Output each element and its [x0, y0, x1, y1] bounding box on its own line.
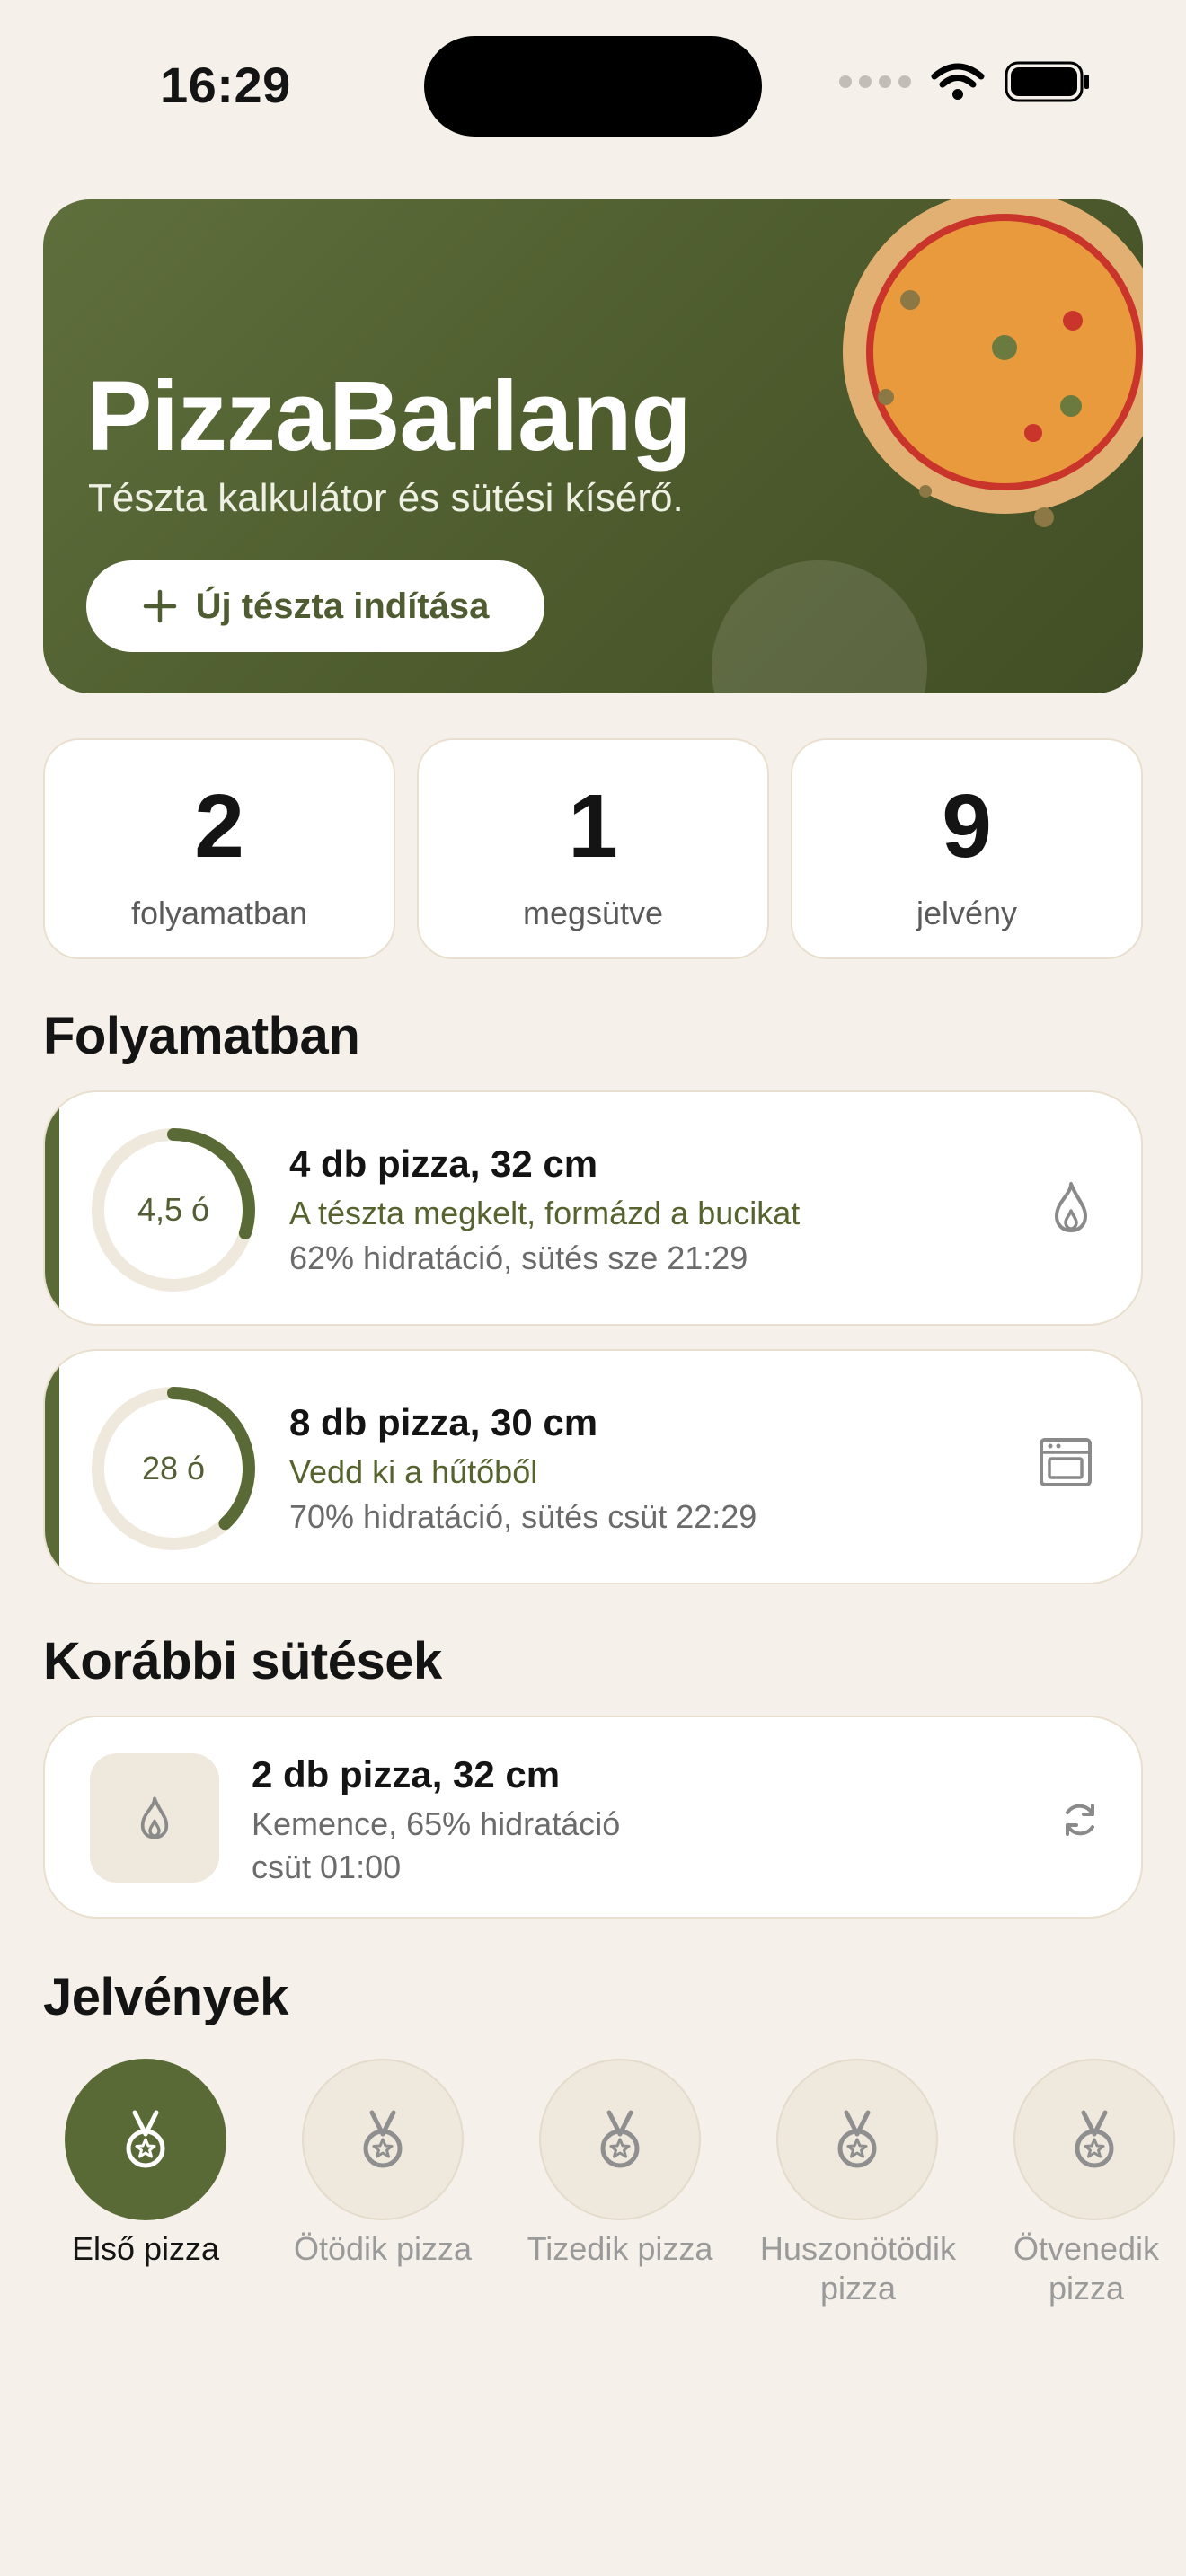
app-subtitle: Tészta kalkulátor és sütési kísérő.	[88, 476, 684, 520]
medal-icon	[837, 2110, 877, 2168]
cellular-signal-icon	[839, 75, 911, 88]
badge-label: Tizedik pizza	[527, 2230, 713, 2267]
dynamic-island	[424, 36, 762, 137]
medal-icon	[363, 2110, 403, 2168]
stat-label: jelvény	[916, 895, 1018, 931]
history-card[interactable]: 2 db pizza, 32 cm Kemence, 65% hidratáci…	[43, 1716, 1143, 1919]
in-progress-card[interactable]: 4,5 ó 4 db pizza, 32 cm A tészta megkelt…	[43, 1090, 1143, 1326]
badge-label: Huszonötödik pizza	[759, 2230, 957, 2307]
stat-value: 2	[194, 776, 244, 877]
card-title: 8 db pizza, 30 cm	[289, 1401, 598, 1443]
repeat-icon[interactable]	[1058, 1798, 1102, 1841]
section-title-history: Korábbi sütések	[43, 1632, 442, 1690]
history-date: csüt 01:00	[252, 1848, 402, 1885]
app-title: PizzaBarlang	[86, 361, 692, 472]
history-thumbnail	[90, 1753, 219, 1883]
battery-icon	[1005, 61, 1089, 102]
flame-icon	[140, 1796, 169, 1839]
in-progress-card[interactable]: 28 ó 8 db pizza, 30 cm Vedd ki a hűtőből…	[43, 1349, 1143, 1584]
flame-icon	[1055, 1182, 1087, 1232]
card-title: 4 db pizza, 32 cm	[289, 1142, 598, 1185]
stat-label: megsütve	[522, 895, 664, 931]
card-step: A tészta megkelt, formázd a bucikat	[289, 1195, 801, 1231]
card-meta: 70% hidratáció, sütés csüt 22:29	[289, 1498, 757, 1535]
hero-decorative-circle	[712, 560, 927, 693]
wifi-icon	[931, 63, 985, 100]
badge-label: Ötödik pizza	[293, 2230, 473, 2267]
medal-icon	[600, 2110, 640, 2168]
new-dough-button-label: Új tészta indítása	[195, 586, 490, 626]
section-title-badges: Jelvények	[43, 1968, 288, 2026]
badge-first-pizza[interactable]	[65, 2059, 226, 2220]
pizza-illustration	[843, 199, 1143, 527]
stat-card-baked: 1 megsütve	[417, 738, 769, 959]
stat-value: 1	[568, 776, 618, 877]
card-accent-bar	[45, 1092, 59, 1324]
history-subtitle: Kemence, 65% hidratáció	[252, 1805, 621, 1842]
card-accent-bar	[45, 1351, 59, 1583]
status-time: 16:29	[160, 57, 291, 113]
card-step: Vedd ki a hűtőből	[289, 1453, 538, 1490]
plus-icon	[143, 589, 176, 623]
medal-icon	[126, 2110, 165, 2168]
medal-icon	[1075, 2110, 1114, 2168]
stat-card-badges: 9 jelvény	[791, 738, 1143, 959]
new-dough-button[interactable]: Új tészta indítása	[86, 560, 544, 652]
badge-tenth-pizza[interactable]	[539, 2059, 701, 2220]
oven-icon	[1040, 1438, 1092, 1486]
section-title-in-progress: Folyamatban	[43, 1007, 360, 1065]
badge-label: Első pizza	[71, 2230, 220, 2267]
hero-card: PizzaBarlang Tészta kalkulátor és sütési…	[43, 199, 1143, 693]
progress-ring-label: 4,5 ó	[137, 1191, 210, 1228]
history-title: 2 db pizza, 32 cm	[252, 1753, 561, 1795]
stat-label: folyamatban	[130, 895, 308, 931]
stat-card-in-progress: 2 folyamatban	[43, 738, 395, 959]
badge-fifth-pizza[interactable]	[302, 2059, 464, 2220]
status-icons	[839, 61, 1091, 102]
stat-value: 9	[942, 776, 992, 877]
card-meta: 62% hidratáció, sütés sze 21:29	[289, 1239, 748, 1276]
badge-twentyfifth-pizza[interactable]	[776, 2059, 938, 2220]
badge-fiftieth-pizza[interactable]	[1013, 2059, 1175, 2220]
badge-label: Ötvenedik pizza	[1013, 2230, 1160, 2307]
progress-ring-label: 28 ó	[141, 1450, 206, 1486]
